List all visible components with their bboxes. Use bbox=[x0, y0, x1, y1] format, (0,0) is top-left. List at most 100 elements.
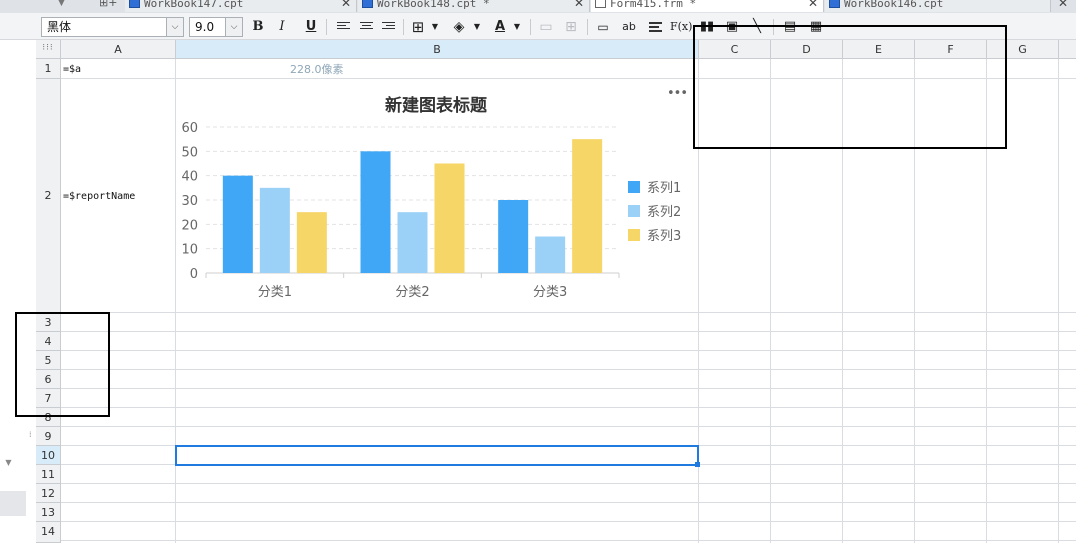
form-icon bbox=[595, 0, 606, 8]
collapse-arrow-icon[interactable]: ▼ bbox=[0, 458, 17, 468]
font-family-select[interactable]: 黑体 ⌵ bbox=[41, 17, 184, 37]
formula-button[interactable]: F(x) bbox=[670, 17, 692, 37]
column-header-h[interactable] bbox=[1059, 40, 1076, 59]
tab-label: WorkBook148.cpt * bbox=[377, 0, 490, 10]
bar bbox=[572, 139, 603, 273]
align-right-icon bbox=[381, 22, 395, 33]
fill-color-button[interactable]: ◈ bbox=[449, 17, 469, 37]
y-tick-label: 20 bbox=[181, 218, 198, 233]
tab-strip: ▼ ⊞+ WorkBook147.cpt ✕ WorkBook148.cpt *… bbox=[0, 0, 1076, 13]
x-tick-label: 分类1 bbox=[258, 285, 292, 300]
chart-title: 新建图表标题 bbox=[385, 96, 487, 116]
row-divider bbox=[61, 483, 1076, 484]
column-width-hint: 228.0像素 bbox=[290, 63, 344, 76]
chevron-down-icon[interactable]: ▼ bbox=[507, 17, 527, 37]
align-center-icon bbox=[359, 22, 373, 33]
row-header-13[interactable]: 13 bbox=[36, 503, 61, 522]
paint-bucket-icon: ◈ bbox=[453, 19, 465, 35]
row-divider bbox=[61, 369, 1076, 370]
bar bbox=[222, 175, 253, 273]
report-icon bbox=[362, 0, 373, 8]
tab-workbook147[interactable]: WorkBook147.cpt ✕ bbox=[125, 0, 357, 12]
column-header-a[interactable]: A bbox=[61, 40, 176, 59]
chevron-down-icon[interactable]: ⌵ bbox=[166, 18, 183, 36]
bar-chart[interactable]: 0 10 20 30 40 50 60 分类1 分类2 分类3 系列1 系列2 系列3 新建图表标题 •… bbox=[176, 79, 697, 312]
row-header-10[interactable]: 10 bbox=[36, 446, 61, 465]
close-icon[interactable]: ✕ bbox=[1058, 0, 1068, 10]
resize-grip-icon[interactable]: ⁞ bbox=[29, 430, 32, 439]
new-tab-icon[interactable]: ⊞+ bbox=[99, 0, 117, 9]
tab-workbook146[interactable]: WorkBook146.cpt bbox=[825, 0, 1051, 12]
row-header-9[interactable]: 9 bbox=[36, 427, 61, 446]
bar bbox=[296, 212, 327, 273]
text-field-button[interactable]: ▭ bbox=[593, 17, 613, 37]
left-panel-selected-item[interactable] bbox=[0, 491, 26, 516]
report-icon bbox=[829, 0, 840, 8]
row-header-2[interactable]: 2 bbox=[36, 79, 61, 313]
align-left-icon bbox=[336, 22, 350, 33]
annotation-box bbox=[693, 25, 1007, 149]
align-left-button[interactable] bbox=[333, 17, 353, 37]
legend-label: 系列3 bbox=[647, 229, 681, 244]
toolbar-divider bbox=[587, 19, 588, 35]
underline-button[interactable]: U bbox=[301, 17, 321, 37]
font-size-select[interactable]: 9.0 ⌵ bbox=[189, 17, 243, 37]
close-icon[interactable]: ✕ bbox=[574, 0, 584, 12]
row-divider bbox=[61, 350, 1076, 351]
bold-button[interactable]: B bbox=[248, 17, 268, 37]
legend-swatch bbox=[628, 181, 640, 193]
row-divider bbox=[61, 312, 1076, 313]
tab-form415[interactable]: Form415.frm * ✕ bbox=[591, 0, 824, 12]
unmerge-cells-button[interactable]: ⊞ bbox=[561, 17, 581, 37]
chevron-down-icon[interactable]: ▼ bbox=[425, 17, 445, 37]
selected-cell-b10[interactable] bbox=[175, 445, 699, 466]
more-options-icon[interactable]: ••• bbox=[667, 86, 688, 101]
row-divider bbox=[61, 407, 1076, 408]
row-header-12[interactable]: 12 bbox=[36, 484, 61, 503]
row-header-1[interactable]: 1 bbox=[36, 59, 61, 79]
chevron-down-icon[interactable]: ▼ bbox=[467, 17, 487, 37]
text-tool-button[interactable]: ab bbox=[619, 17, 639, 37]
merge-cells-button[interactable]: ▭ bbox=[536, 17, 556, 37]
tab-label: Form415.frm * bbox=[610, 0, 697, 10]
italic-button[interactable]: I bbox=[272, 17, 292, 37]
table-icon: ⊞ bbox=[565, 19, 577, 35]
cell-a1[interactable]: =$a bbox=[63, 64, 81, 75]
row-header-14[interactable]: 14 bbox=[36, 522, 61, 543]
y-tick-label: 30 bbox=[181, 194, 198, 209]
paragraph-button[interactable] bbox=[645, 17, 665, 37]
tab-workbook148[interactable]: WorkBook148.cpt * ✕ bbox=[358, 0, 590, 12]
tab-label: WorkBook146.cpt bbox=[844, 0, 944, 10]
x-tick-label: 分类3 bbox=[533, 285, 567, 300]
bar bbox=[535, 236, 566, 273]
legend-label: 系列1 bbox=[647, 181, 681, 196]
paragraph-icon bbox=[648, 22, 662, 33]
row-header-11[interactable]: 11 bbox=[36, 465, 61, 484]
column-header-b[interactable]: B bbox=[176, 40, 699, 59]
bar bbox=[360, 151, 391, 273]
align-right-button[interactable] bbox=[378, 17, 398, 37]
bar bbox=[498, 200, 529, 273]
row-divider bbox=[61, 331, 1076, 332]
tab-list-dropdown-icon[interactable]: ▼ bbox=[58, 0, 65, 8]
text-field-icon: ▭ bbox=[597, 20, 609, 34]
font-size-value: 9.0 bbox=[195, 20, 215, 34]
border-icon: ⊞ bbox=[411, 18, 425, 36]
select-all-corner[interactable]: ⁝⁝⁝ bbox=[36, 40, 61, 59]
cell-a2[interactable]: =$reportName bbox=[63, 191, 135, 202]
row-divider bbox=[61, 521, 1076, 522]
annotation-box bbox=[15, 312, 110, 417]
left-panel-strip: ⁞ ▼ bbox=[0, 40, 36, 543]
bar bbox=[259, 187, 290, 273]
chevron-down-icon[interactable]: ⌵ bbox=[225, 18, 242, 36]
fill-handle[interactable] bbox=[695, 462, 700, 467]
align-center-button[interactable] bbox=[356, 17, 376, 37]
row-divider bbox=[61, 540, 1076, 541]
close-icon[interactable]: ✕ bbox=[808, 0, 818, 12]
row-divider bbox=[61, 502, 1076, 503]
toolbar-divider bbox=[326, 19, 327, 35]
tab-label: WorkBook147.cpt bbox=[144, 0, 244, 10]
y-tick-label: 10 bbox=[181, 243, 198, 258]
close-icon[interactable]: ✕ bbox=[341, 0, 351, 12]
y-tick-label: 40 bbox=[181, 170, 198, 185]
